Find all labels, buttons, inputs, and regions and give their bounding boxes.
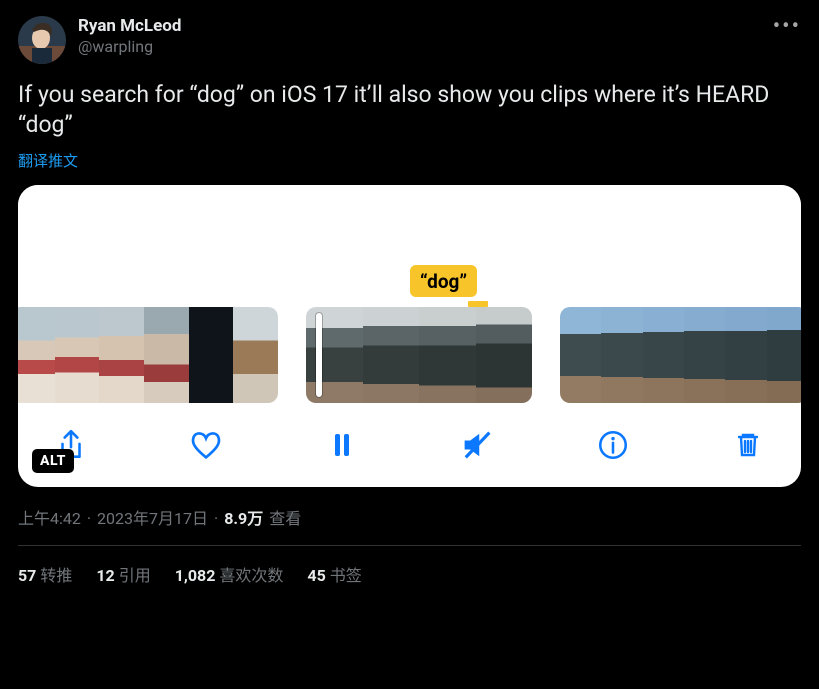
playhead[interactable] xyxy=(316,313,322,397)
match-marker xyxy=(468,301,488,307)
avatar[interactable] xyxy=(18,16,66,64)
search-term-tag: “dog” xyxy=(410,265,477,297)
translate-link[interactable]: 翻译推文 xyxy=(18,150,801,171)
clip-group[interactable] xyxy=(18,307,278,403)
meta-time[interactable]: 上午4:42 xyxy=(18,505,81,529)
pause-icon[interactable] xyxy=(323,426,361,464)
author-name[interactable]: Ryan McLeod xyxy=(78,16,181,37)
author-handle[interactable]: @warpling xyxy=(78,37,181,57)
meta-dot: · xyxy=(87,509,91,528)
video-scrubber[interactable] xyxy=(18,307,801,403)
stat-quotes[interactable]: 12引用 xyxy=(96,562,150,586)
clip-group[interactable] xyxy=(560,307,801,403)
stat-likes[interactable]: 1,082喜欢次数 xyxy=(175,562,284,586)
author-names: Ryan McLeod @warpling xyxy=(78,16,181,57)
tweet-text: If you search for “dog” on iOS 17 it’ll … xyxy=(18,80,801,140)
alt-badge[interactable]: ALT xyxy=(32,449,74,473)
media-card[interactable]: “dog” xyxy=(18,185,801,487)
tweet-stats: 57转推 12引用 1,082喜欢次数 45书签 xyxy=(18,546,801,586)
more-icon[interactable]: ••• xyxy=(773,16,801,38)
meta-date[interactable]: 2023年7月17日 xyxy=(97,505,208,529)
tweet-header: Ryan McLeod @warpling ••• xyxy=(18,16,801,64)
tweet-meta: 上午4:42 · 2023年7月17日 · 8.9万 查看 xyxy=(18,505,801,529)
meta-views-label: 查看 xyxy=(269,505,301,529)
info-icon[interactable] xyxy=(594,426,632,464)
stat-retweets[interactable]: 57转推 xyxy=(18,562,72,586)
heart-icon[interactable] xyxy=(187,426,225,464)
media-whitespace: “dog” xyxy=(18,185,801,307)
meta-dot: · xyxy=(214,509,218,528)
mute-icon[interactable] xyxy=(458,426,496,464)
tweet: Ryan McLeod @warpling ••• If you search … xyxy=(0,0,819,586)
media-toolbar xyxy=(18,403,801,487)
stat-bookmarks[interactable]: 45书签 xyxy=(307,562,361,586)
clip-group-active[interactable] xyxy=(306,307,532,403)
meta-views-count[interactable]: 8.9万 xyxy=(224,505,263,529)
trash-icon[interactable] xyxy=(729,426,767,464)
